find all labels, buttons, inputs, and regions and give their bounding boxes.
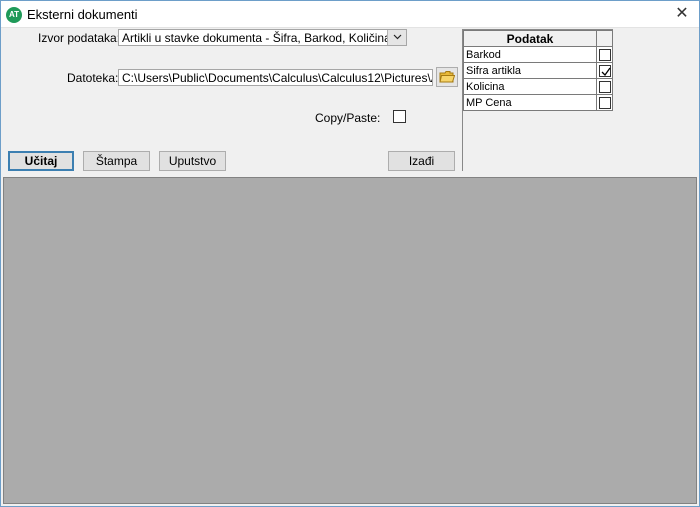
grid-row[interactable]: Barkod <box>463 46 613 63</box>
exit-button[interactable]: Izađi <box>388 151 455 171</box>
browse-button[interactable] <box>436 67 458 87</box>
instructions-button[interactable]: Uputstvo <box>159 151 226 171</box>
grid-header-row: Podatak <box>463 30 613 47</box>
title-bar: AT Eksterni dokumenti ✕ <box>1 1 699 28</box>
grid-header-check <box>596 30 613 47</box>
checkmark-icon <box>601 67 611 76</box>
file-label: Datoteka: <box>67 71 119 85</box>
grid-row[interactable]: MP Cena <box>463 94 613 111</box>
source-select[interactable]: Artikli u stavke dokumenta - Šifra, Bark… <box>118 29 407 46</box>
field-grid: Podatak Barkod Sifra artikla Kolicina MP… <box>462 29 613 171</box>
document-content-area[interactable] <box>3 177 697 504</box>
grid-row-label: Barkod <box>463 46 597 63</box>
source-dropdown-button[interactable] <box>387 30 406 45</box>
grid-row-label: Sifra artikla <box>463 62 597 79</box>
copy-paste-label: Copy/Paste: <box>315 111 381 125</box>
grid-row-label: Kolicina <box>463 78 597 95</box>
row-checkbox[interactable] <box>598 96 611 109</box>
print-button[interactable]: Štampa <box>83 151 150 171</box>
row-checkbox[interactable] <box>598 48 611 61</box>
file-path-input[interactable]: C:\Users\Public\Documents\Calculus\Calcu… <box>118 69 433 86</box>
dialog-window: AT Eksterni dokumenti ✕ Izvor podataka: … <box>0 0 700 507</box>
app-logo-icon: AT <box>6 7 22 23</box>
copy-paste-checkbox[interactable] <box>393 110 406 123</box>
row-checkbox[interactable] <box>598 64 611 77</box>
grid-header: Podatak <box>463 30 597 47</box>
source-select-value: Artikli u stavke dokumenta - Šifra, Bark… <box>122 31 391 45</box>
grid-row[interactable]: Sifra artikla <box>463 62 613 79</box>
load-button[interactable]: Učitaj <box>8 151 74 171</box>
window-title: Eksterni dokumenti <box>27 7 138 22</box>
grid-row[interactable]: Kolicina <box>463 78 613 95</box>
close-icon[interactable]: ✕ <box>673 5 691 23</box>
row-checkbox[interactable] <box>598 80 611 93</box>
folder-icon <box>439 71 455 83</box>
grid-row-label: MP Cena <box>463 94 597 111</box>
source-label: Izvor podataka: <box>38 31 121 45</box>
chevron-down-icon <box>393 34 402 40</box>
